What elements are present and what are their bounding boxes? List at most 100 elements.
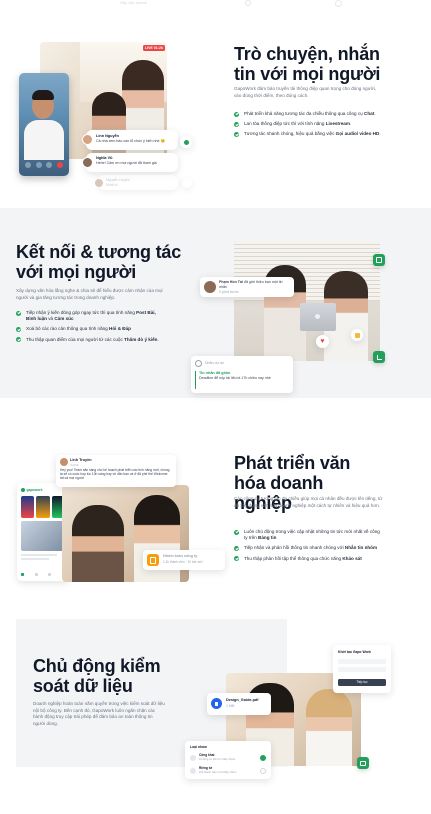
section-culture-bullets: Luôn chủ động trong việc cập nhật những … (234, 529, 384, 566)
security-shield-icon[interactable] (357, 757, 369, 769)
reply-box[interactable]: Nhắn dự án Tin nhắn đã ghim Deadline để … (191, 356, 293, 393)
bullet-item: Luôn chủ động trong việc cập nhật những … (234, 529, 384, 541)
file-icon (211, 698, 222, 709)
message-badge (180, 136, 192, 148)
group-type-card: Loại nhóm Công khai Ai cũng có thể tìm t… (185, 741, 271, 779)
workspace-field[interactable] (338, 659, 386, 664)
file-name: Design_Guide.pdf (226, 698, 259, 702)
share-icon[interactable] (373, 254, 385, 266)
avatar (60, 458, 68, 466)
check-icon (234, 131, 239, 137)
bell-icon[interactable] (48, 573, 52, 576)
group-title: Nhóm toàn công ty (163, 554, 198, 558)
chart-icon[interactable] (373, 351, 385, 363)
message-text: Cả nhà xem báo cáo tổ chức ý kiến nhé 😊 (96, 139, 166, 143)
person-woman-2 (306, 689, 352, 766)
bullet-item: Tiếp nhận và phản hồi thông tin nhanh ch… (234, 545, 384, 551)
check-icon (234, 545, 239, 551)
apple-logo-icon (315, 314, 320, 319)
mic-icon[interactable] (35, 162, 42, 168)
home-icon[interactable] (21, 573, 24, 576)
group-sub: 1.2k thành viên · 32 bài mới (163, 560, 203, 564)
bullet-item: Tiếp nhận ý kiến đóng góp ngay tức thì q… (16, 310, 166, 322)
attach-icon[interactable] (195, 359, 202, 367)
top-nav-strip: Sắp xếp nhanh (0, 0, 431, 8)
radio-icon[interactable] (260, 767, 266, 774)
post-time: 3 phút (70, 462, 79, 467)
end-call-icon[interactable] (56, 162, 63, 168)
phone-brand: gapowork (21, 488, 43, 492)
message-author: Linn Nguyễn (96, 134, 119, 138)
feed-line (21, 558, 49, 560)
section-connect: Kết nối & tương tác với mọi người Xây dự… (0, 208, 431, 398)
story-thumb[interactable] (36, 496, 50, 518)
chat-message: Linn Nguyễn Cả nhà xem báo cáo tổ chức ý… (82, 130, 178, 150)
check-icon (234, 121, 239, 127)
section-data-title: Chủ động kiểm soát dữ liệu (33, 656, 161, 696)
notification-text: Phạm Hồn Tài đã giới thiệu bạn một tin n… (219, 280, 283, 289)
person-woman (72, 505, 124, 582)
file-card[interactable]: Design_Guide.pdf 1 MB (207, 693, 271, 715)
workspace-title: Khởi tạo Gapo Work (338, 650, 371, 654)
top-nav-faded-label[interactable]: Sắp xếp nhanh (120, 0, 147, 5)
globe-icon (190, 754, 196, 761)
section-culture-desc: Các công cụ tương tác đa chiều giúp mọi … (234, 496, 383, 508)
gapo-logo-icon (21, 488, 25, 492)
heart-reaction-icon[interactable]: ♥ (316, 335, 329, 348)
chat-message: Nguyễn Huyền Nhất trí (94, 175, 178, 190)
check-icon (16, 310, 21, 316)
section-connect-title: Kết nối & tương tác với mọi người (16, 242, 182, 282)
lock-icon (190, 767, 196, 774)
group-icon (147, 554, 159, 566)
caller-hair (32, 90, 54, 100)
check-icon (16, 337, 21, 343)
camera-icon[interactable] (25, 162, 31, 168)
bullet-item: Xoá bỏ các rào cản thông qua tính năng H… (16, 326, 166, 332)
thumbs-up-icon[interactable] (351, 329, 363, 341)
pinned-text: Deadline để nộp tài liệu là 17h chiều na… (199, 375, 271, 380)
group-card[interactable]: Nhóm toàn công ty 1.2k thành viên · 32 b… (143, 550, 225, 570)
avatar (94, 178, 104, 188)
like-icon (183, 139, 189, 145)
caller-body (24, 120, 64, 160)
radio-selected-icon[interactable] (260, 754, 266, 761)
feed-post-card[interactable]: Linh Truyền 3 phút Hey yoo! Team sẵn sàn… (56, 455, 176, 487)
message-author: Nghĩa Vũ (96, 156, 113, 160)
avatar (82, 134, 93, 145)
pinned-message: Tin nhắn đã ghim Deadline để nộp tài liệ… (195, 371, 287, 389)
avatar (204, 281, 216, 293)
feed-image (21, 521, 65, 551)
bullet-item: Lan tỏa thông điệp tức thì với tính năng… (234, 121, 384, 127)
file-size: 1 MB (226, 704, 235, 708)
video-call-panel (19, 73, 69, 176)
feed-line (21, 554, 57, 556)
message-badge (182, 178, 192, 188)
section-connect-bullets: Tiếp nhận ý kiến đóng góp ngay tức thì q… (16, 310, 166, 347)
message-author: Nguyễn Huyền (106, 178, 130, 182)
story-thumb[interactable] (21, 496, 35, 518)
chat-icon[interactable] (34, 573, 38, 576)
bullet-item: Thu thập quan điểm của mọi người từ các … (16, 337, 166, 343)
check-icon (234, 111, 239, 117)
avatar (82, 157, 93, 168)
bullet-item: Tương tác nhanh chóng, hiệu quả bằng việ… (234, 131, 384, 137)
section-connect-desc: Xây dựng văn hóa lắng nghe & chia sẻ để … (16, 288, 163, 300)
share-notification-card[interactable]: Phạm Hồn Tài đã giới thiệu bạn một tin n… (200, 277, 294, 297)
group-type-option[interactable]: Riêng tư Chỉ thành viên mới thấy nhóm (190, 765, 266, 776)
message-text: Nhất trí (106, 183, 118, 187)
bullet-item: Phát triển khả năng tương tác đa chiều t… (234, 111, 384, 117)
reply-input[interactable]: Nhắn dự án (195, 359, 289, 367)
section-data-desc: Doanh nghiệp hoàn toàn nắm quyền trong v… (33, 701, 165, 726)
workspace-card: Khởi tạo Gapo Work Tiếp tục (333, 645, 391, 693)
speaker-icon[interactable] (46, 162, 53, 168)
group-type-option[interactable]: Công khai Ai cũng có thể tìm thấy nhóm (190, 752, 266, 763)
group-type-title: Loại nhóm (190, 745, 208, 749)
connect-photo (234, 241, 380, 361)
workspace-field[interactable] (338, 667, 386, 672)
nav-dot-icon (335, 0, 342, 7)
story-row (21, 496, 65, 518)
section-chat-bullets: Phát triển khả năng tương tác đa chiều t… (234, 111, 384, 142)
check-icon (234, 529, 239, 535)
notification-time: 2 phút trước (219, 290, 239, 294)
workspace-continue-button[interactable]: Tiếp tục (338, 679, 386, 686)
